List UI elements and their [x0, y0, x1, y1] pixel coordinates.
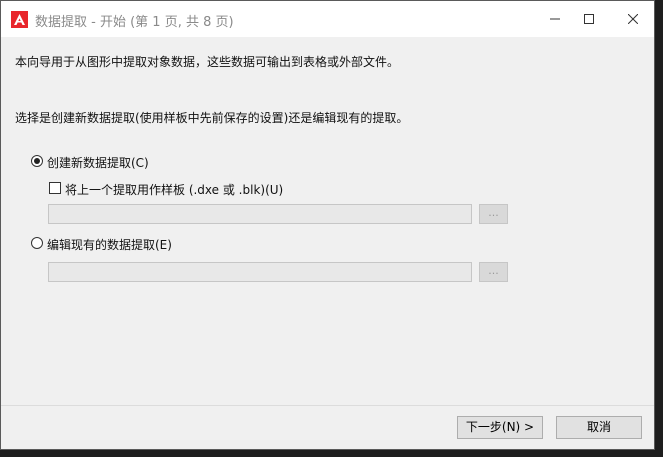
- close-icon: [628, 14, 638, 24]
- maximize-button[interactable]: [567, 1, 611, 37]
- template-browse-button[interactable]: ...: [479, 204, 508, 224]
- radio-selected-dot: [34, 158, 40, 164]
- data-extraction-dialog: 数据提取 - 开始 (第 1 页, 共 8 页) 本向导用于从图形中提取对象数据…: [0, 0, 655, 450]
- background-edge-bottom: [0, 450, 663, 457]
- existing-browse-button[interactable]: ...: [479, 262, 508, 282]
- template-path-field[interactable]: [48, 204, 472, 224]
- existing-extraction-field[interactable]: [48, 262, 472, 282]
- create-new-radio[interactable]: [31, 155, 43, 167]
- create-new-label[interactable]: 创建新数据提取(C): [47, 154, 149, 171]
- next-button[interactable]: 下一步(N) >: [457, 416, 543, 439]
- title-bar[interactable]: 数据提取 - 开始 (第 1 页, 共 8 页): [1, 1, 654, 37]
- background-edge-right: [655, 0, 663, 457]
- cancel-button[interactable]: 取消: [556, 416, 642, 439]
- window-title: 数据提取 - 开始 (第 1 页, 共 8 页): [35, 15, 234, 30]
- use-template-label[interactable]: 将上一个提取用作样板 (.dxe 或 .blk)(U): [65, 181, 283, 198]
- use-template-checkbox[interactable]: [49, 182, 61, 194]
- question-text: 选择是创建新数据提取(使用样板中先前保存的设置)还是编辑现有的提取。: [15, 111, 409, 125]
- edit-existing-label[interactable]: 编辑现有的数据提取(E): [47, 236, 172, 253]
- minimize-icon: [550, 18, 560, 20]
- footer-divider: [1, 405, 654, 406]
- autocad-logo-icon: [11, 11, 28, 28]
- maximize-icon: [584, 14, 594, 24]
- edit-existing-radio[interactable]: [31, 237, 43, 249]
- intro-text: 本向导用于从图形中提取对象数据，这些数据可输出到表格或外部文件。: [15, 55, 400, 69]
- close-button[interactable]: [611, 1, 655, 37]
